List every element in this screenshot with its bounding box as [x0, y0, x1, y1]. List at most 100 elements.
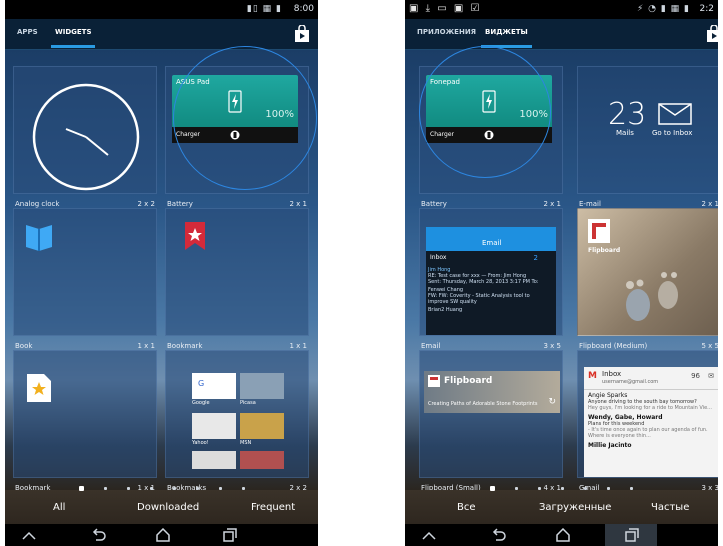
email-header: Email	[426, 227, 556, 251]
filter-bar: All Downloaded Frequent	[5, 494, 318, 524]
widget-size: 1 x 1	[289, 342, 308, 350]
email-message-list: Jim Hong RE: Test case for xxx — From: J…	[428, 267, 554, 333]
refresh-icon[interactable]: ↻	[548, 397, 556, 407]
page-dot	[561, 487, 564, 490]
go-to-inbox-link: Go to Inbox	[652, 129, 693, 137]
flipboard-brand: Flipboard	[588, 247, 621, 254]
filter-downloaded-button[interactable]: Downloaded	[137, 502, 199, 513]
mail-count: 23	[608, 97, 647, 132]
page-indicator	[5, 486, 318, 492]
widget-preview: M Inbox username@gmail.com 96 ✉ Angie Sp…	[577, 350, 718, 478]
tab-apps[interactable]: ПРИЛОЖЕНИЯ	[413, 26, 480, 38]
tab-bar: ПРИЛОЖЕНИЯ ВИДЖЕТЫ	[405, 19, 718, 50]
status-icons: ⚡ ◔ ▮ ▦ ▮	[636, 4, 690, 14]
home-icon[interactable]	[155, 528, 171, 542]
tab-apps[interactable]: APPS	[13, 26, 42, 38]
back-icon[interactable]	[491, 528, 507, 542]
tile-label: MSN	[240, 440, 252, 446]
filter-all-button[interactable]: Все	[457, 502, 476, 513]
stone-footprints-image	[626, 272, 678, 321]
widget-e-mail[interactable]: 23 Mails Go to Inbox E-mail 2 x 1	[577, 66, 718, 218]
email-message-meta: Sent: Thursday, March 28, 2013 3:17 PM T…	[428, 279, 539, 285]
widget-size: 2 x 1	[701, 200, 719, 208]
bookmark-tile: G	[192, 373, 236, 399]
chevron-up-icon[interactable]	[21, 528, 37, 542]
thread-snippet: - It's time once again to plan our agend…	[588, 427, 708, 439]
bookmark-tile	[240, 373, 284, 399]
status-time: 2:2	[699, 4, 714, 14]
filter-frequent-button[interactable]: Частые	[651, 502, 689, 513]
compose-icon[interactable]: ✉	[708, 372, 714, 380]
widget-size: 2 x 1	[543, 200, 562, 208]
filter-all-button[interactable]: All	[53, 502, 65, 513]
widget-label: E-mail	[579, 200, 601, 208]
page-dot	[126, 487, 130, 490]
widget-size: 3 x 5	[543, 342, 562, 350]
page-indicator	[405, 486, 718, 492]
gmail-widget: M Inbox username@gmail.com 96 ✉ Angie Sp…	[584, 367, 718, 477]
widget-size: 5 x 5	[701, 342, 719, 350]
phone-left-screen: ▮▯ ▦ ▮ 8:00 APPS WIDGETS Analog clock 2 …	[5, 0, 318, 546]
widget-analog-clock[interactable]: Analog clock 2 x 2	[13, 66, 157, 218]
widget-bookmarks[interactable]: G Google Picasa Yahoo! MSN Bookmarks 2 x…	[165, 350, 309, 502]
widget-grid: Fonepad 100% Charger Battery 2 x 1 23 Ma…	[405, 46, 718, 546]
widget-flipboard-medium[interactable]: Flipboard Flipboard (Medium) 5 x 5	[577, 208, 718, 360]
tab-widgets[interactable]: ВИДЖЕТЫ	[481, 26, 532, 48]
filter-frequent-button[interactable]: Frequent	[251, 502, 295, 513]
page-dot	[195, 487, 199, 490]
tile-label: Yahoo!	[192, 440, 209, 446]
widget-label: Battery	[421, 200, 447, 208]
page-dot	[172, 487, 176, 490]
widget-label: Flipboard (Medium)	[579, 342, 648, 350]
recent-apps-icon[interactable]	[221, 528, 237, 542]
filter-downloaded-button[interactable]: Загруженные	[539, 502, 611, 513]
recent-apps-icon[interactable]	[623, 528, 639, 542]
widget-preview: Email Inbox 2 Jim Hong RE: Test case for…	[419, 208, 563, 336]
navigation-bar	[5, 524, 318, 546]
status-icons: ▮▯ ▦ ▮	[246, 4, 282, 14]
widget-bookmark-2[interactable]: Bookmark 1 x 1	[13, 350, 157, 502]
widget-book[interactable]: Book 1 x 1	[13, 208, 157, 360]
widget-flipboard-small[interactable]: Flipboard Creating Paths of Adorable Sto…	[419, 350, 563, 502]
page-dot	[607, 487, 610, 490]
widget-size: 2 x 1	[289, 200, 308, 208]
back-icon[interactable]	[91, 528, 107, 542]
widget-gmail[interactable]: M Inbox username@gmail.com 96 ✉ Angie Sp…	[577, 350, 718, 502]
widget-preview: Flipboard Creating Paths of Adorable Sto…	[419, 350, 563, 478]
widget-preview: G Google Picasa Yahoo! MSN	[165, 350, 309, 478]
flipboard-caption: Creating Paths of Adorable Stone Footpri…	[428, 401, 538, 407]
play-store-icon[interactable]	[294, 25, 310, 43]
tab-bar: APPS WIDGETS	[5, 19, 318, 50]
page-dot	[218, 487, 222, 490]
flipboard-logo	[588, 219, 610, 243]
page-dot-active	[78, 486, 84, 491]
play-store-icon[interactable]	[706, 25, 718, 43]
email-title: Email	[482, 239, 502, 247]
tab-widgets[interactable]: WIDGETS	[51, 26, 96, 48]
filter-bar: Все Загруженные Частые	[405, 494, 718, 524]
book-icon	[26, 225, 52, 251]
widget-preview	[13, 66, 157, 194]
bookmark-icon	[185, 222, 205, 250]
widget-preview	[13, 208, 157, 336]
bookmarks-tiles: G Google Picasa Yahoo! MSN	[192, 373, 286, 469]
thread-sender[interactable]: Millie Jacinto	[588, 443, 714, 449]
email-message[interactable]: Brian2 Huang	[428, 307, 554, 313]
home-icon[interactable]	[555, 528, 571, 542]
gmail-icon: M	[588, 371, 597, 381]
chevron-up-icon[interactable]	[421, 528, 437, 542]
page-dot	[538, 487, 541, 490]
gmail-account: username@gmail.com	[602, 379, 659, 385]
widget-preview	[13, 350, 157, 478]
widget-email[interactable]: Email Inbox 2 Jim Hong RE: Test case for…	[419, 208, 563, 360]
page-dot	[103, 487, 107, 490]
widget-bookmark[interactable]: Bookmark 1 x 1	[165, 208, 309, 360]
notification-icons: ▣ ⤓ ▭ ▣ ☑	[409, 3, 482, 14]
navigation-bar	[405, 524, 718, 546]
widget-size: 1 x 1	[137, 342, 156, 350]
widget-preview: Flipboard	[577, 208, 718, 336]
highlight-circle	[173, 46, 317, 190]
flipboard-brand: Flipboard	[444, 376, 493, 386]
gmail-inbox-label: Inbox	[602, 370, 622, 378]
bookmark-tile	[240, 413, 284, 439]
